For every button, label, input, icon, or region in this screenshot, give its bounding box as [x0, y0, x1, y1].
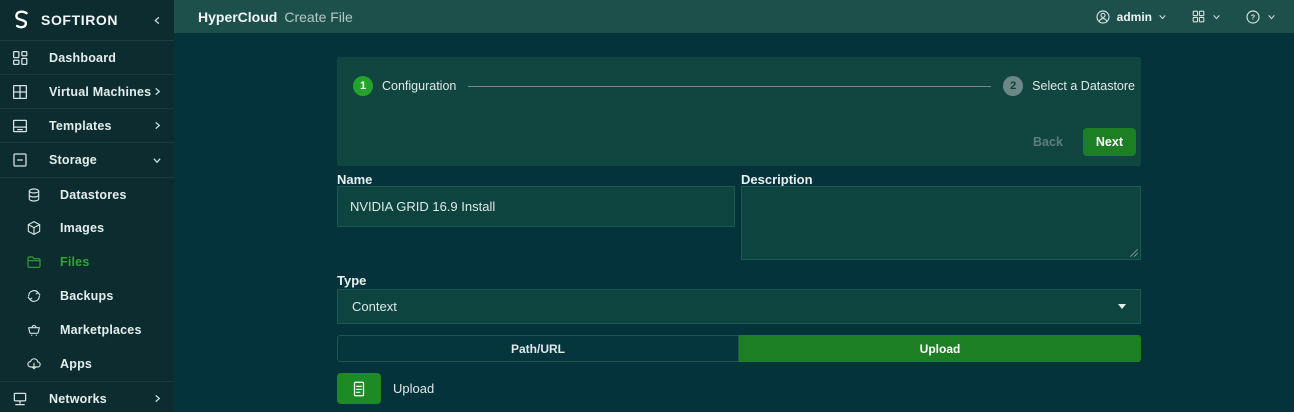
dashboard-icon [11, 49, 29, 67]
step-2-badge: 2 [1003, 76, 1023, 96]
wizard-actions: Back Next [1033, 128, 1136, 156]
sidebar-item-storage[interactable]: Storage [0, 143, 174, 177]
chevron-down-icon [1212, 13, 1221, 21]
sidebar-item-label: Storage [49, 153, 152, 167]
sidebar-item-label: Marketplaces [60, 323, 162, 337]
sidebar-item-files[interactable]: Files [0, 245, 174, 279]
type-select[interactable]: Context [337, 289, 1141, 324]
logo-text: SOFTIRON [41, 12, 153, 28]
user-label: admin [1117, 10, 1152, 24]
sidebar-item-virtual-machines[interactable]: Virtual Machines [0, 75, 174, 109]
sidebar-item-marketplaces[interactable]: Marketplaces [0, 313, 174, 347]
sidebar: SOFTIRON Dashboard Virtual Machines Temp… [0, 0, 174, 412]
description-input[interactable] [741, 186, 1141, 260]
apps-menu[interactable] [1191, 9, 1221, 24]
help-menu[interactable]: ? [1245, 9, 1276, 25]
folder-icon [26, 254, 42, 270]
svg-text:?: ? [1251, 12, 1256, 21]
sidebar-item-label: Networks [49, 392, 153, 406]
chevron-right-icon [153, 87, 162, 96]
softiron-logo-icon [11, 9, 33, 31]
step-1-label: Configuration [382, 79, 456, 93]
upload-caption: Upload [393, 381, 434, 396]
chevron-down-icon [1267, 13, 1276, 21]
name-input[interactable] [337, 186, 735, 227]
images-icon [26, 220, 42, 236]
main-content: 1 Configuration 2 Select a Datastore Bac… [174, 33, 1294, 412]
cloud-download-icon [26, 356, 42, 372]
type-label: Type [337, 273, 366, 288]
upload-row: Upload [337, 373, 434, 404]
caret-down-icon [1118, 304, 1126, 309]
chevron-down-icon [1158, 13, 1167, 21]
sidebar-item-label: Dashboard [49, 51, 162, 65]
back-button[interactable]: Back [1033, 135, 1063, 149]
description-field-wrap [741, 186, 1141, 260]
sidebar-item-label: Virtual Machines [49, 85, 153, 99]
sidebar-item-label: Datastores [60, 188, 162, 202]
wizard-stepper: 1 Configuration 2 Select a Datastore [353, 76, 1135, 96]
sidebar-item-apps[interactable]: Apps [0, 347, 174, 381]
chevron-down-icon [152, 156, 162, 165]
sidebar-collapse-icon[interactable] [153, 16, 162, 25]
sidebar-item-networks[interactable]: Networks [0, 381, 174, 412]
brand-title: HyperCloud [198, 9, 277, 25]
tab-upload[interactable]: Upload [739, 335, 1141, 362]
basket-icon [26, 322, 42, 338]
step-2-label: Select a Datastore [1032, 79, 1135, 93]
sidebar-item-label: Apps [60, 357, 162, 371]
sidebar-item-dashboard[interactable]: Dashboard [0, 41, 174, 75]
wizard-card: 1 Configuration 2 Select a Datastore Bac… [337, 57, 1141, 166]
sidebar-item-label: Files [60, 255, 162, 269]
chevron-right-icon [153, 394, 162, 403]
templates-icon [11, 117, 29, 135]
sidebar-item-label: Backups [60, 289, 162, 303]
header-actions: admin ? [1095, 9, 1276, 25]
step-select-datastore[interactable]: 2 Select a Datastore [1003, 76, 1135, 96]
next-button[interactable]: Next [1083, 128, 1136, 156]
sidebar-item-label: Templates [49, 119, 153, 133]
datastores-icon [26, 187, 42, 203]
top-header-bar: HyperCloud Create File admin ? [174, 0, 1294, 33]
user-icon [1095, 9, 1111, 25]
grid-icon [1191, 9, 1206, 24]
type-select-value: Context [352, 299, 1118, 314]
sidebar-item-images[interactable]: Images [0, 211, 174, 245]
tab-path-url[interactable]: Path/URL [337, 335, 739, 362]
sidebar-item-backups[interactable]: Backups [0, 279, 174, 313]
virtual-machines-icon [11, 83, 29, 101]
source-tabs: Path/URL Upload [337, 335, 1141, 362]
stepper-connector-line [468, 86, 991, 87]
sidebar-item-datastores[interactable]: Datastores [0, 177, 174, 211]
storage-icon [11, 151, 29, 169]
step-configuration[interactable]: 1 Configuration [353, 76, 456, 96]
upload-file-button[interactable] [337, 373, 381, 404]
help-icon: ? [1245, 9, 1261, 25]
user-menu[interactable]: admin [1095, 9, 1167, 25]
document-icon [350, 380, 368, 398]
step-1-badge: 1 [353, 76, 373, 96]
sync-icon [26, 288, 42, 304]
page-title: Create File [284, 9, 1094, 25]
sidebar-logo-row[interactable]: SOFTIRON [0, 0, 174, 41]
description-label: Description [741, 172, 813, 187]
networks-icon [11, 390, 29, 408]
sidebar-item-label: Images [60, 221, 162, 235]
name-label: Name [337, 172, 372, 187]
sidebar-item-templates[interactable]: Templates [0, 109, 174, 143]
chevron-right-icon [153, 121, 162, 130]
